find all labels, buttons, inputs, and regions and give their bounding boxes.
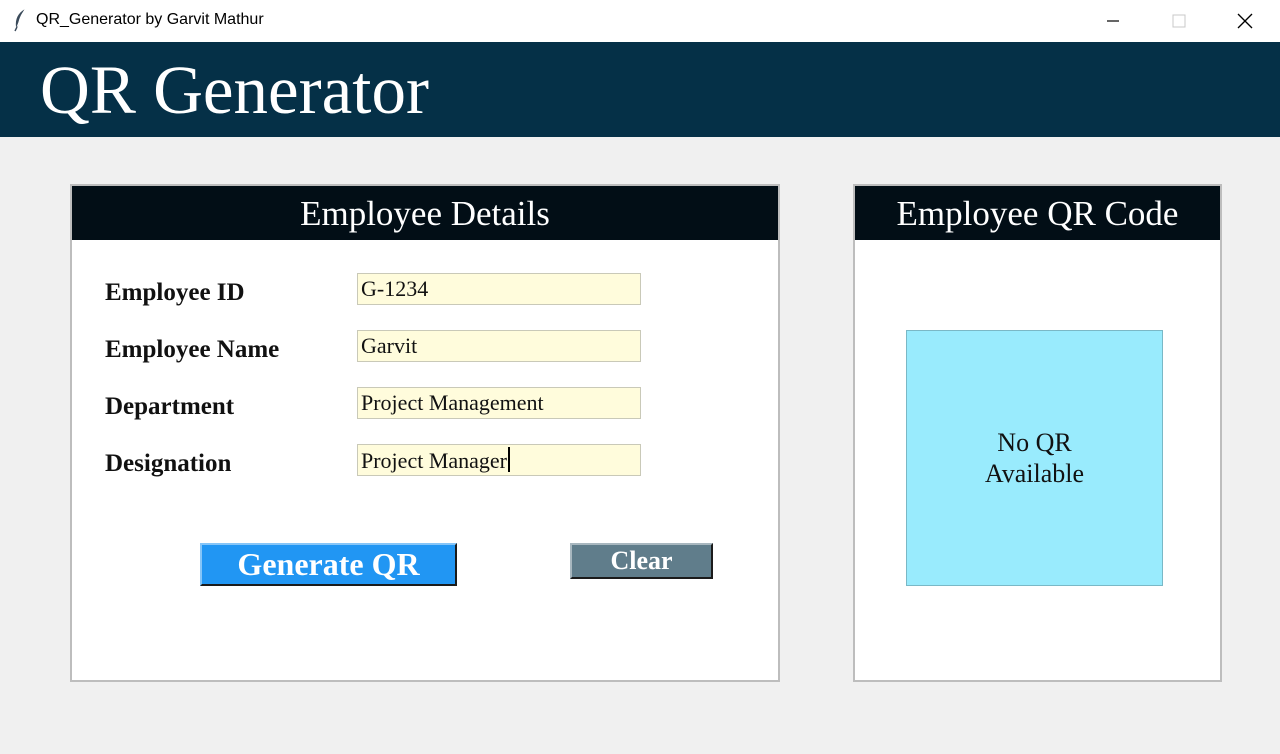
designation-input[interactable]: Project Manager: [357, 444, 641, 476]
app-header: QR Generator: [0, 42, 1280, 137]
employee-name-input[interactable]: [357, 330, 641, 362]
department-input[interactable]: [357, 387, 641, 419]
app-window: QR_Generator by Garvit Mathur QR Generat…: [0, 0, 1280, 754]
clear-button[interactable]: Clear: [570, 543, 713, 579]
maximize-icon: [1172, 14, 1186, 28]
close-button[interactable]: [1212, 0, 1278, 42]
generate-qr-button[interactable]: Generate QR: [200, 543, 457, 586]
minimize-icon: [1107, 20, 1119, 22]
department-label: Department: [105, 393, 235, 420]
app-heading: QR Generator: [40, 52, 429, 128]
employee-qr-panel: Employee QR Code No QR Available: [853, 184, 1222, 682]
maximize-button[interactable]: [1146, 0, 1212, 42]
designation-value: Project Manager: [361, 448, 507, 473]
employee-qr-title: Employee QR Code: [855, 186, 1220, 240]
text-cursor: [508, 447, 510, 472]
title-bar: QR_Generator by Garvit Mathur: [0, 0, 1280, 42]
qr-display-area: No QR Available: [906, 330, 1163, 586]
close-icon: [1237, 13, 1253, 29]
window-title: QR_Generator by Garvit Mathur: [36, 11, 264, 28]
minimize-button[interactable]: [1080, 0, 1146, 42]
no-qr-message: No QR Available: [984, 428, 1085, 488]
feather-icon: [12, 8, 28, 32]
designation-label: Designation: [105, 450, 232, 477]
employee-name-label: Employee Name: [105, 336, 280, 363]
employee-details-title: Employee Details: [72, 186, 778, 240]
employee-id-input[interactable]: [357, 273, 641, 305]
employee-id-label: Employee ID: [105, 279, 245, 306]
employee-details-panel: Employee Details Employee ID Employee Na…: [70, 184, 780, 682]
